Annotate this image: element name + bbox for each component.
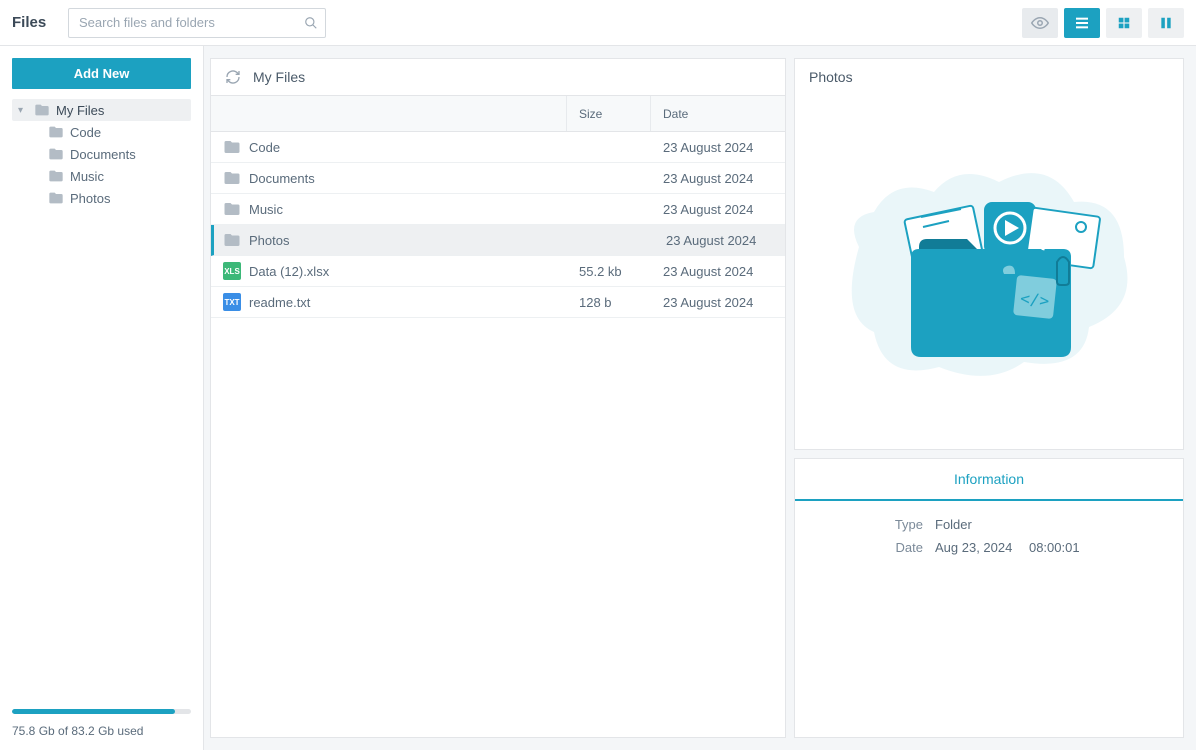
- preview-toggle-button[interactable]: [1022, 8, 1058, 38]
- tree-item-label: Documents: [70, 147, 136, 162]
- table-row[interactable]: TXT readme.txt 128 b23 August 2024: [211, 287, 785, 318]
- table-row[interactable]: Music 23 August 2024: [211, 194, 785, 225]
- table-row[interactable]: Photos 23 August 2024: [211, 225, 785, 256]
- file-date: 23 August 2024: [654, 225, 785, 255]
- table-header: Size Date: [211, 96, 785, 132]
- tree-item-code[interactable]: Code: [42, 121, 191, 143]
- file-name: Photos: [249, 233, 289, 248]
- storage-meter: 75.8 Gb of 83.2 Gb used: [12, 697, 191, 738]
- folder-tree: ▾ My Files Code Documents Music Photos: [12, 99, 191, 697]
- file-name: Data (12).xlsx: [249, 264, 329, 279]
- grid-icon: [1117, 16, 1131, 30]
- table-row[interactable]: Documents 23 August 2024: [211, 163, 785, 194]
- file-listing-panel: My Files Size Date Code23 August 2024Doc…: [210, 58, 786, 738]
- file-date: 23 August 2024: [651, 194, 785, 224]
- info-type-label: Type: [795, 517, 935, 532]
- view-mode-buttons: [1022, 8, 1184, 38]
- folder-illustration-icon: </>: [839, 157, 1139, 387]
- grid-view-button[interactable]: [1106, 8, 1142, 38]
- tree-item-photos[interactable]: Photos: [42, 187, 191, 209]
- xls-file-icon: XLS: [223, 262, 241, 280]
- tree-item-documents[interactable]: Documents: [42, 143, 191, 165]
- table-body: Code 23 August 2024 Documents 23 August 202…: [211, 132, 785, 737]
- app-title: Files: [12, 14, 56, 31]
- column-header-name[interactable]: [211, 96, 567, 131]
- txt-file-icon: TXT: [223, 293, 241, 311]
- search-input[interactable]: [68, 8, 326, 38]
- list-view-button[interactable]: [1064, 8, 1100, 38]
- folder-icon: [48, 168, 64, 184]
- preview-illustration: </>: [795, 95, 1183, 449]
- column-header-size[interactable]: Size: [567, 96, 651, 131]
- columns-view-button[interactable]: [1148, 8, 1184, 38]
- table-row[interactable]: Code 23 August 2024: [211, 132, 785, 163]
- file-size: 128 b: [567, 287, 651, 317]
- file-date: 23 August 2024: [651, 287, 785, 317]
- tree-item-label: My Files: [56, 103, 104, 118]
- folder-icon: [34, 102, 50, 118]
- file-date: 23 August 2024: [651, 132, 785, 162]
- file-size: [567, 194, 651, 224]
- info-tab[interactable]: Information: [795, 459, 1183, 501]
- storage-meter-fill: [12, 709, 175, 714]
- folder-icon: [223, 200, 241, 218]
- file-date: 23 August 2024: [651, 163, 785, 193]
- breadcrumb: My Files: [253, 69, 305, 85]
- sidebar: Add New ▾ My Files Code Documents Music Pho…: [0, 46, 204, 750]
- storage-meter-track: [12, 709, 191, 714]
- add-new-button[interactable]: Add New: [12, 58, 191, 89]
- list-icon: [1074, 15, 1090, 31]
- file-listing-header: My Files: [211, 59, 785, 96]
- tree-item-label: Photos: [70, 191, 110, 206]
- file-size: [567, 163, 651, 193]
- chevron-down-icon: ▾: [18, 105, 28, 116]
- column-header-date[interactable]: Date: [651, 96, 785, 131]
- folder-icon: [223, 169, 241, 187]
- info-date-value: Aug 23, 2024 08:00:01: [935, 540, 1183, 555]
- file-name: Code: [249, 140, 280, 155]
- info-grid: Type Folder Date Aug 23, 2024 08:00:01: [795, 513, 1183, 559]
- file-name: Documents: [249, 171, 315, 186]
- info-type-value: Folder: [935, 517, 1183, 532]
- folder-icon: [223, 138, 241, 156]
- folder-icon: [48, 124, 64, 140]
- topbar: Files: [0, 0, 1196, 46]
- eye-icon: [1031, 14, 1049, 32]
- search-field[interactable]: [68, 8, 326, 38]
- tree-item-label: Code: [70, 125, 101, 140]
- file-size: [567, 132, 651, 162]
- file-name: readme.txt: [249, 295, 310, 310]
- table-row[interactable]: XLS Data (12).xlsx 55.2 kb23 August 2024: [211, 256, 785, 287]
- file-size: 55.2 kb: [567, 256, 651, 286]
- refresh-icon[interactable]: [225, 69, 241, 85]
- storage-text: 75.8 Gb of 83.2 Gb used: [12, 724, 191, 738]
- tree-item-music[interactable]: Music: [42, 165, 191, 187]
- info-date-label: Date: [795, 540, 935, 555]
- folder-icon: [223, 231, 241, 249]
- tree-root-my-files[interactable]: ▾ My Files: [12, 99, 191, 121]
- folder-icon: [48, 146, 64, 162]
- preview-panel: Photos </>: [794, 58, 1184, 450]
- preview-title: Photos: [795, 59, 1183, 95]
- folder-icon: [48, 190, 64, 206]
- tree-item-label: Music: [70, 169, 104, 184]
- columns-icon: [1159, 16, 1173, 30]
- file-name: Music: [249, 202, 283, 217]
- file-date: 23 August 2024: [651, 256, 785, 286]
- svg-text:</>: </>: [1019, 289, 1050, 311]
- file-size: [570, 225, 654, 255]
- info-panel: Information Type Folder Date Aug 23, 202…: [794, 458, 1184, 738]
